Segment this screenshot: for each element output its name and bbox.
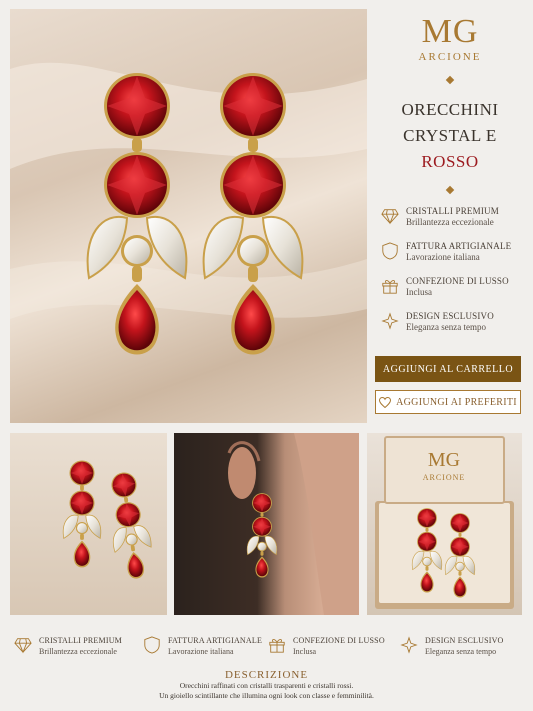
logo-mark: MG — [421, 13, 479, 50]
heart-icon — [379, 396, 392, 408]
divider-diamond — [445, 185, 455, 195]
strip-feature-craftsmanship: FATTURA ARTIGIANALE Lavorazione italiana — [143, 635, 262, 657]
add-to-favorites-label: AGGIUNGI AI PREFERITI — [396, 396, 517, 408]
feature-title: FATTURA ARTIGIANALE — [406, 241, 512, 251]
feature-title: CONFEZIONE DI LUSSO — [293, 636, 385, 645]
box-logo-name: ARCIONE — [423, 473, 466, 482]
divider-diamond — [445, 75, 455, 85]
thumbnail-worn[interactable] — [174, 433, 359, 615]
product-title: ORECCHINI CRYSTAL E ROSSO — [375, 97, 525, 175]
earrings-illustration — [10, 62, 367, 356]
title-line-2: CRYSTAL E — [403, 126, 497, 145]
sparkle-icon — [400, 636, 418, 654]
product-info-panel: MG ARCIONE ORECCHINI CRYSTAL E ROSSO CRI… — [375, 9, 525, 423]
thumbnail-gift-box[interactable]: MG ARCIONE — [367, 433, 522, 615]
strip-feature-luxury-packaging: CONFEZIONE DI LUSSO Inclusa — [268, 635, 385, 657]
strip-feature-premium-crystals: CRISTALLI PREMIUM Brillantezza ecceziona… — [14, 635, 122, 657]
shield-icon — [144, 636, 160, 654]
description-line-2: Un gioiello scintillante che illumina og… — [159, 691, 374, 700]
feature-title: FATTURA ARTIGIANALE — [168, 636, 263, 645]
feature-title: CONFEZIONE DI LUSSO — [406, 276, 509, 286]
feature-subtitle: Lavorazione italiana — [168, 647, 234, 656]
sparkle-icon — [381, 312, 399, 330]
diamond-icon — [381, 209, 399, 225]
strip-feature-exclusive-design: DESIGN ESCLUSIVO Eleganza senza tempo — [400, 635, 504, 657]
feature-subtitle: Brillantezza eccezionale — [39, 647, 117, 656]
hero-product-image[interactable] — [10, 9, 367, 423]
feature-subtitle: Inclusa — [406, 287, 432, 297]
brand-logo: MG ARCIONE — [375, 13, 525, 64]
feature-subtitle: Eleganza senza tempo — [406, 322, 486, 332]
add-to-cart-button[interactable]: AGGIUNGI AL CARRELLO — [375, 356, 521, 382]
feature-strip: CRISTALLI PREMIUM Brillantezza ecceziona… — [0, 627, 533, 667]
feature-subtitle: Inclusa — [293, 647, 317, 656]
feature-premium-crystals: CRISTALLI PREMIUM Brillantezza ecceziona… — [375, 206, 525, 228]
feature-craftsmanship: FATTURA ARTIGIANALE Lavorazione italiana — [375, 241, 525, 263]
description-line-1: Orecchini raffinati con cristalli traspa… — [179, 681, 354, 690]
description-title: DESCRIZIONE — [224, 669, 309, 681]
feature-exclusive-design: DESIGN ESCLUSIVO Eleganza senza tempo — [375, 311, 525, 333]
feature-title: CRISTALLI PREMIUM — [406, 206, 499, 216]
gift-icon — [269, 639, 285, 653]
feature-luxury-packaging: CONFEZIONE DI LUSSO Inclusa — [375, 276, 525, 298]
title-line-3: ROSSO — [421, 152, 479, 171]
title-line-1: ORECCHINI — [401, 100, 499, 119]
thumbnail-flatlay[interactable] — [10, 433, 167, 615]
feature-title: CRISTALLI PREMIUM — [39, 636, 122, 645]
description-section: DESCRIZIONE Orecchini raffinati con cris… — [0, 669, 533, 701]
logo-name: ARCIONE — [418, 51, 482, 63]
shield-icon — [382, 242, 398, 260]
feature-subtitle: Brillantezza eccezionale — [406, 217, 494, 227]
feature-title: DESIGN ESCLUSIVO — [406, 311, 494, 321]
box-logo-mark: MG — [428, 449, 460, 471]
diamond-icon — [14, 638, 32, 654]
add-to-favorites-button[interactable]: AGGIUNGI AI PREFERITI — [375, 390, 521, 414]
feature-subtitle: Eleganza senza tempo — [425, 647, 497, 656]
feature-title: DESIGN ESCLUSIVO — [425, 636, 504, 645]
gift-box-image: MG ARCIONE — [375, 436, 514, 609]
flatlay-earrings-image — [62, 460, 157, 582]
gift-icon — [382, 280, 398, 294]
worn-earring-image — [227, 433, 359, 615]
feature-subtitle: Lavorazione italiana — [406, 252, 480, 262]
